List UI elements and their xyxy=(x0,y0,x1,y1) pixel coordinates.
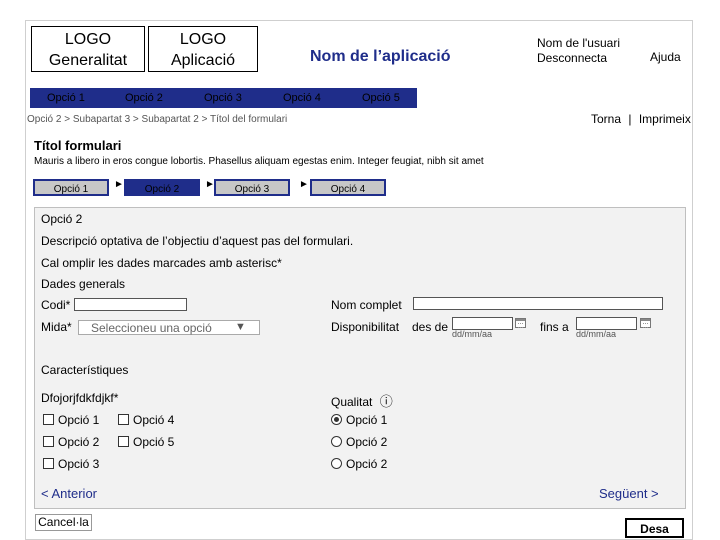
step-label: Opció 1 xyxy=(53,184,89,195)
required-note: Cal omplir les dades marcades amb asteri… xyxy=(41,256,282,270)
form-title: Títol formulari xyxy=(34,138,122,153)
step-arrow-icon: ► xyxy=(114,179,124,190)
radio-qualitat-1[interactable]: Opció 1 xyxy=(331,413,387,427)
next-button[interactable]: Següent > xyxy=(599,486,659,501)
menu-item-2[interactable]: Opció 2 xyxy=(108,88,188,108)
app-name: Nom de l’aplicació xyxy=(310,48,451,65)
step-1[interactable]: Opció 1 xyxy=(33,179,109,196)
step-2[interactable]: Opció 2 xyxy=(124,179,200,196)
radio-qualitat-2[interactable]: Opció 2 xyxy=(331,435,387,449)
menu-item-label: Opció 2 xyxy=(125,92,163,104)
menu-item-1[interactable]: Opció 1 xyxy=(30,88,110,108)
codi-input[interactable] xyxy=(74,298,187,311)
date-from-placeholder: dd/mm/aa xyxy=(452,329,493,339)
radio-label: Opció 2 xyxy=(346,457,388,471)
logo-aplicacio: LOGO Aplicació xyxy=(148,26,258,72)
radio-qualitat-3[interactable]: Opció 2 xyxy=(331,457,387,471)
nom-label: Nom complet xyxy=(331,298,402,312)
step-4[interactable]: Opció 4 xyxy=(310,179,386,196)
menu-item-label: Opció 5 xyxy=(362,92,400,104)
fins-a-label: fins a xyxy=(540,320,569,334)
checkbox-opcio-5[interactable]: Opció 5 xyxy=(118,435,174,449)
qualitat-label-text: Qualitat xyxy=(331,395,373,409)
checkbox-label: Opció 1 xyxy=(58,413,100,427)
logo-aplicacio-line1: LOGO xyxy=(179,31,227,48)
calendar-icon[interactable] xyxy=(640,318,651,328)
logo-generalitat: LOGO Generalitat xyxy=(31,26,145,72)
dfo-label: Dfojorjfdkfdjkf* xyxy=(41,391,119,405)
user-name: Nom de l'usuari xyxy=(537,36,620,50)
breadcrumb[interactable]: Opció 2 > Subapartat 3 > Subapartat 2 > … xyxy=(27,114,287,125)
menu-item-label: Opció 1 xyxy=(47,92,85,104)
section-general: Dades generals xyxy=(41,277,126,291)
page-actions: Torna | Imprimeix xyxy=(591,112,691,126)
help-link[interactable]: Ajuda xyxy=(650,50,681,64)
mida-select[interactable]: Seleccioneu una opció ▼ xyxy=(78,320,260,335)
mida-select-value: Seleccioneu una opció xyxy=(91,321,212,335)
form-intro: Mauris a libero in eros congue lobortis.… xyxy=(34,156,484,167)
date-to-placeholder: dd/mm/aa xyxy=(576,329,617,339)
panel-title: Opció 2 xyxy=(41,212,83,226)
save-button[interactable]: Desa xyxy=(625,518,684,538)
calendar-icon[interactable] xyxy=(515,318,526,328)
step-label: Opció 3 xyxy=(234,184,270,195)
checkbox-opcio-2[interactable]: Opció 2 xyxy=(43,435,99,449)
nom-input[interactable] xyxy=(413,297,663,310)
checkbox-opcio-3[interactable]: Opció 3 xyxy=(43,457,99,471)
step-label: Opció 2 xyxy=(144,184,180,195)
logo-generalitat-line1: LOGO xyxy=(64,31,112,48)
checkbox-label: Opció 2 xyxy=(58,435,100,449)
checkbox-opcio-1[interactable]: Opció 1 xyxy=(43,413,99,427)
info-icon[interactable]: ⓘ xyxy=(380,394,393,409)
panel-description: Descripció optativa de l’objectiu d’aque… xyxy=(41,234,354,248)
checkbox-opcio-4[interactable]: Opció 4 xyxy=(118,413,174,427)
logo-aplicacio-line2: Aplicació xyxy=(170,52,236,69)
radio-button[interactable] xyxy=(331,458,342,469)
radio-button[interactable] xyxy=(331,414,342,425)
checkbox-label: Opció 5 xyxy=(133,435,175,449)
checkbox-box[interactable] xyxy=(43,458,54,469)
print-link[interactable]: Imprimeix xyxy=(639,112,691,126)
menu-item-3[interactable]: Opció 3 xyxy=(187,88,267,108)
radio-label: Opció 1 xyxy=(346,413,388,427)
back-link[interactable]: Torna xyxy=(591,112,621,126)
qualitat-label: Qualitat ⓘ xyxy=(331,391,393,410)
step-label: Opció 4 xyxy=(330,184,366,195)
checkbox-box[interactable] xyxy=(43,436,54,447)
checkbox-box[interactable] xyxy=(43,414,54,425)
actions-separator: | xyxy=(628,112,632,126)
radio-label: Opció 2 xyxy=(346,435,388,449)
menu-item-4[interactable]: Opció 4 xyxy=(266,88,346,108)
checkbox-label: Opció 3 xyxy=(58,457,100,471)
disponibilitat-label: Disponibilitat xyxy=(331,320,400,334)
codi-label: Codi* xyxy=(41,298,71,312)
cancel-button[interactable]: Cancel·la xyxy=(35,514,92,531)
checkbox-box[interactable] xyxy=(118,436,129,447)
previous-button[interactable]: < Anterior xyxy=(41,486,97,501)
menu-item-label: Opció 4 xyxy=(283,92,321,104)
menu-item-label: Opció 3 xyxy=(204,92,242,104)
section-features: Característiques xyxy=(41,363,129,377)
chevron-down-icon: ▼ xyxy=(235,321,246,333)
des-de-label: des de xyxy=(412,320,449,334)
step-3[interactable]: Opció 3 xyxy=(214,179,290,196)
mida-label: Mida* xyxy=(41,320,72,334)
radio-button[interactable] xyxy=(331,436,342,447)
checkbox-box[interactable] xyxy=(118,414,129,425)
checkbox-label: Opció 4 xyxy=(133,413,175,427)
logo-generalitat-line2: Generalitat xyxy=(48,52,128,69)
logout-link[interactable]: Desconnecta xyxy=(537,51,607,65)
menu-item-5[interactable]: Opció 5 xyxy=(345,88,417,108)
step-arrow-icon: ► xyxy=(299,179,309,190)
